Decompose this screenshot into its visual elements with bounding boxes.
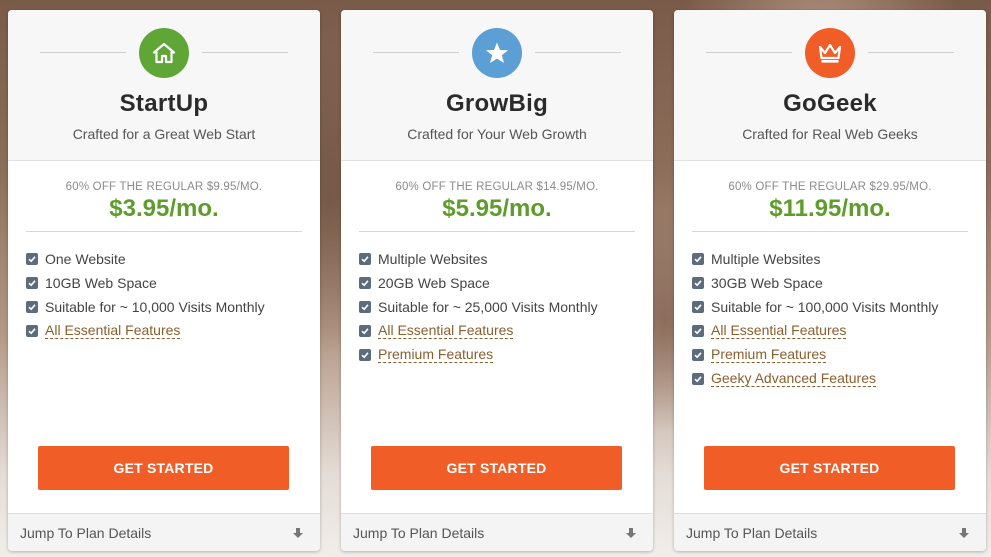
jump-to-plan-details[interactable]: Jump To Plan Details bbox=[341, 513, 653, 551]
divider-line bbox=[202, 52, 288, 53]
jump-to-plan-details[interactable]: Jump To Plan Details bbox=[8, 513, 320, 551]
arrow-down-icon bbox=[292, 527, 304, 539]
feature-label: Suitable for ~ 10,000 Visits Monthly bbox=[45, 299, 265, 315]
house-icon bbox=[139, 28, 189, 78]
feature-item: 20GB Web Space bbox=[359, 271, 635, 295]
plan-header: GrowBig Crafted for Your Web Growth bbox=[341, 10, 653, 161]
feature-item: 30GB Web Space bbox=[692, 271, 968, 295]
jump-to-plan-details-label: Jump To Plan Details bbox=[686, 524, 818, 541]
plan-tagline: Crafted for Real Web Geeks bbox=[742, 126, 918, 142]
divider-line bbox=[868, 52, 954, 53]
feature-item: 10GB Web Space bbox=[26, 271, 302, 295]
regular-price-note: 60% OFF THE REGULAR $14.95/MO. bbox=[395, 181, 599, 193]
checkbox-icon bbox=[692, 277, 704, 289]
feature-label: Multiple Websites bbox=[378, 251, 488, 267]
feature-link[interactable]: All Essential Features bbox=[45, 323, 181, 339]
checkbox-icon bbox=[26, 325, 38, 337]
feature-list: One Website 10GB Web Space Suitable for … bbox=[26, 247, 302, 343]
arrow-down-icon bbox=[958, 527, 970, 539]
feature-link[interactable]: Premium Features bbox=[378, 347, 494, 363]
feature-item: Suitable for ~ 25,000 Visits Monthly bbox=[359, 295, 635, 319]
checkbox-icon bbox=[692, 253, 704, 265]
plan-card-startup: StartUp Crafted for a Great Web Start 60… bbox=[8, 10, 320, 551]
divider-line bbox=[535, 52, 621, 53]
jump-to-plan-details-label: Jump To Plan Details bbox=[353, 524, 485, 541]
checkbox-icon bbox=[26, 301, 38, 313]
feature-list: Multiple Websites 30GB Web Space Suitabl… bbox=[692, 247, 968, 391]
star-icon bbox=[472, 28, 522, 78]
feature-label: 30GB Web Space bbox=[711, 275, 823, 291]
feature-link[interactable]: All Essential Features bbox=[378, 323, 514, 339]
checkbox-icon bbox=[692, 349, 704, 361]
feature-label: 10GB Web Space bbox=[45, 275, 157, 291]
arrow-down-icon bbox=[625, 527, 637, 539]
checkbox-icon bbox=[359, 301, 371, 313]
regular-price-note: 60% OFF THE REGULAR $29.95/MO. bbox=[728, 181, 932, 193]
feature-item: One Website bbox=[26, 247, 302, 271]
checkbox-icon bbox=[692, 301, 704, 313]
checkbox-icon bbox=[26, 253, 38, 265]
checkbox-icon bbox=[359, 325, 371, 337]
feature-link[interactable]: Geeky Advanced Features bbox=[711, 371, 876, 387]
divider-line bbox=[40, 52, 126, 53]
feature-label: Suitable for ~ 25,000 Visits Monthly bbox=[378, 299, 598, 315]
feature-item: Geeky Advanced Features bbox=[692, 367, 968, 391]
feature-label: One Website bbox=[45, 251, 126, 267]
get-started-button[interactable]: GET STARTED bbox=[38, 446, 289, 490]
feature-label: Multiple Websites bbox=[711, 251, 821, 267]
feature-item: All Essential Features bbox=[359, 319, 635, 343]
get-started-button[interactable]: GET STARTED bbox=[371, 446, 622, 490]
crown-icon bbox=[805, 28, 855, 78]
plan-price: $11.95/mo. bbox=[692, 195, 968, 232]
feature-item: Suitable for ~ 100,000 Visits Monthly bbox=[692, 295, 968, 319]
checkbox-icon bbox=[692, 373, 704, 385]
feature-label: 20GB Web Space bbox=[378, 275, 490, 291]
checkbox-icon bbox=[692, 325, 704, 337]
checkbox-icon bbox=[26, 277, 38, 289]
feature-item: Premium Features bbox=[692, 343, 968, 367]
divider-line bbox=[706, 52, 792, 53]
jump-to-plan-details-label: Jump To Plan Details bbox=[20, 524, 152, 541]
feature-item: Premium Features bbox=[359, 343, 635, 367]
plan-card-growbig: GrowBig Crafted for Your Web Growth 60% … bbox=[341, 10, 653, 551]
feature-label: Suitable for ~ 100,000 Visits Monthly bbox=[711, 299, 939, 315]
get-started-button[interactable]: GET STARTED bbox=[704, 446, 955, 490]
plan-price: $3.95/mo. bbox=[26, 195, 302, 232]
jump-to-plan-details[interactable]: Jump To Plan Details bbox=[674, 513, 986, 551]
checkbox-icon bbox=[359, 253, 371, 265]
plan-tagline: Crafted for a Great Web Start bbox=[72, 126, 256, 142]
feature-link[interactable]: All Essential Features bbox=[711, 323, 847, 339]
feature-item: Multiple Websites bbox=[692, 247, 968, 271]
plan-header: StartUp Crafted for a Great Web Start bbox=[8, 10, 320, 161]
plan-price: $5.95/mo. bbox=[359, 195, 635, 232]
feature-item: All Essential Features bbox=[26, 319, 302, 343]
checkbox-icon bbox=[359, 277, 371, 289]
plan-card-gogeek: GoGeek Crafted for Real Web Geeks 60% OF… bbox=[674, 10, 986, 551]
checkbox-icon bbox=[359, 349, 371, 361]
plan-tagline: Crafted for Your Web Growth bbox=[407, 126, 587, 142]
feature-list: Multiple Websites 20GB Web Space Suitabl… bbox=[359, 247, 635, 367]
plan-header: GoGeek Crafted for Real Web Geeks bbox=[674, 10, 986, 161]
feature-item: All Essential Features bbox=[692, 319, 968, 343]
feature-item: Multiple Websites bbox=[359, 247, 635, 271]
feature-link[interactable]: Premium Features bbox=[711, 347, 827, 363]
feature-item: Suitable for ~ 10,000 Visits Monthly bbox=[26, 295, 302, 319]
divider-line bbox=[373, 52, 459, 53]
regular-price-note: 60% OFF THE REGULAR $9.95/MO. bbox=[65, 181, 263, 193]
